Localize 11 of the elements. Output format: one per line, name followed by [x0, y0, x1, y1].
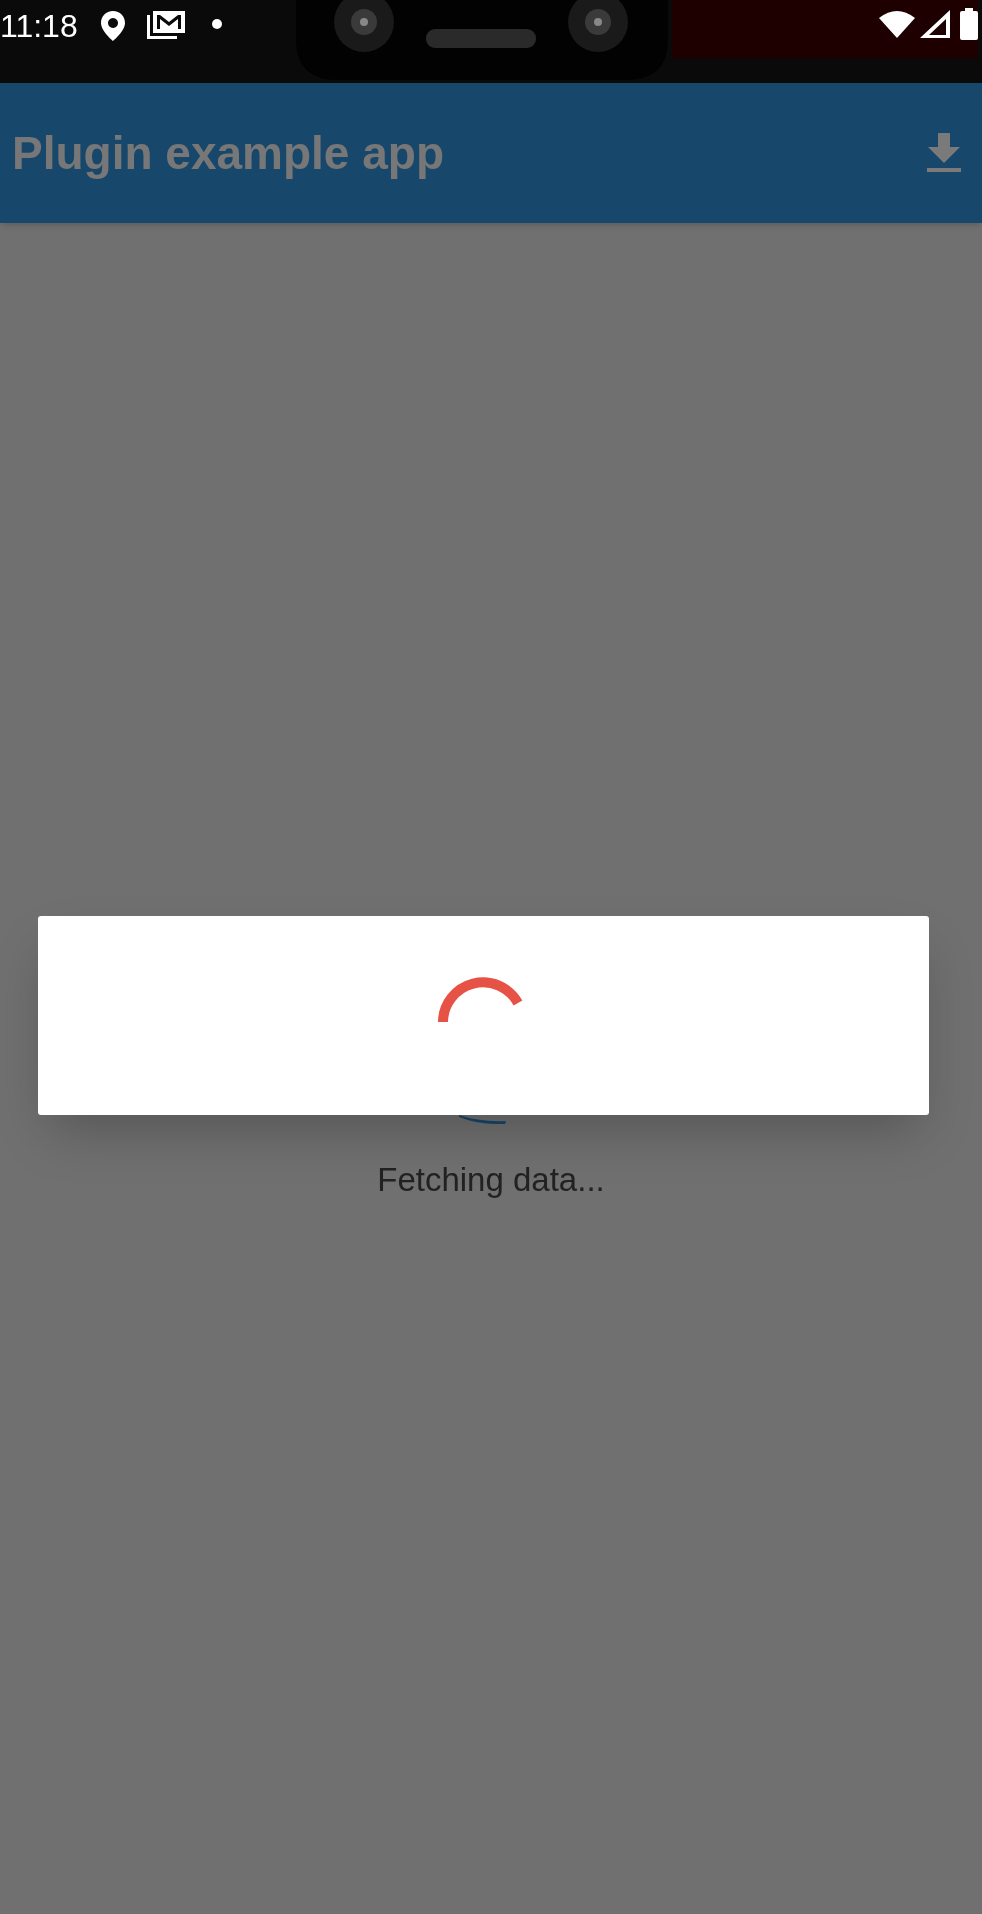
download-icon [927, 133, 961, 173]
signal-icon [920, 10, 950, 38]
spinner-arc [459, 1115, 507, 1124]
dot-icon [211, 19, 222, 29]
app-title: Plugin example app [12, 125, 445, 181]
loading-message: Fetching data... [377, 1162, 605, 1198]
status-time: 11:18 [0, 7, 78, 46]
battery-icon [960, 8, 978, 40]
wifi-icon [879, 10, 915, 38]
mail-icon [146, 9, 185, 41]
location-pin-icon [100, 11, 125, 41]
